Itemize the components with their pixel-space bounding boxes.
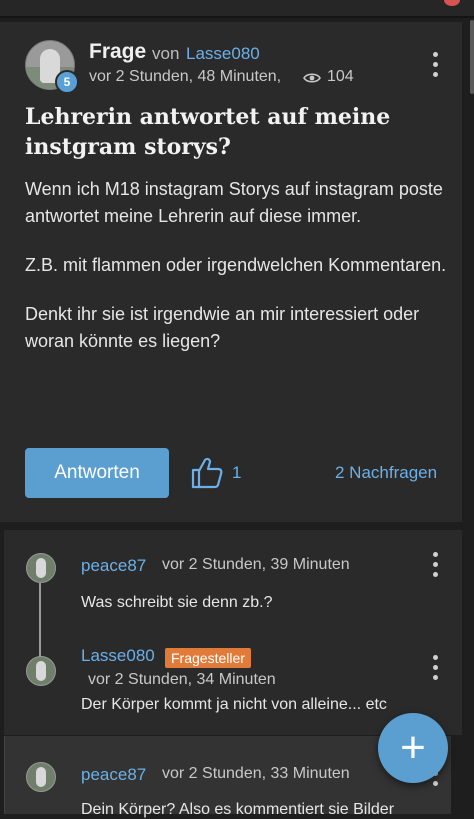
thread-line [39, 583, 41, 665]
comment-text: Der Körper kommt ja nicht von alleine...… [81, 696, 387, 713]
comment-author[interactable]: Lasse080 [81, 646, 155, 666]
commenter-avatar[interactable] [26, 762, 56, 792]
like-count[interactable]: 1 [232, 463, 241, 483]
author-link[interactable]: Lasse080 [186, 44, 260, 64]
question-title: Lehrerin antwortet auf meine instgram st… [25, 104, 391, 160]
followups-link[interactable]: 2 Nachfragen [335, 463, 437, 483]
comment-timestamp: vor 2 Stunden, 34 Minuten [88, 671, 276, 688]
comment-text: Dein Körper? Also es kommentiert sie Bil… [81, 801, 395, 818]
plus-icon[interactable]: + [378, 713, 448, 783]
answer-button[interactable]: Antworten [25, 448, 169, 498]
comment-timestamp: vor 2 Stunden, 33 Minuten [162, 765, 350, 782]
scrollbar[interactable] [470, 20, 474, 94]
commenter-avatar[interactable] [26, 553, 56, 583]
thumbs-up-icon[interactable] [190, 456, 224, 490]
question-body: Wenn ich M18 instagram Storys auf instag… [25, 176, 450, 377]
by-label: von [152, 44, 180, 63]
view-count: 104 [327, 68, 354, 85]
level-badge: 5 [55, 70, 79, 94]
question-paragraph: Denkt ihr sie ist irgendwie an mir inter… [25, 304, 420, 351]
eye-icon [303, 73, 321, 83]
notification-dot[interactable] [444, 0, 460, 6]
comment-author[interactable]: peace87 [81, 765, 146, 785]
comment-author[interactable]: peace87 [81, 556, 146, 576]
question-paragraph: Wenn ich M18 instagram Storys auf instag… [25, 179, 443, 226]
more-vert-icon[interactable] [433, 655, 439, 683]
question-type-label: Frage [89, 40, 147, 63]
more-vert-icon[interactable] [433, 52, 439, 80]
question-timestamp: vor 2 Stunden, 48 Minuten, [89, 68, 282, 85]
comment-timestamp: vor 2 Stunden, 39 Minuten [162, 556, 350, 573]
comment-text: Was schreibt sie denn zb.? [81, 594, 273, 611]
more-vert-icon[interactable] [433, 552, 439, 580]
commenter-avatar[interactable] [26, 656, 56, 686]
question-paragraph: Z.B. mit flammen oder irgendwelchen Komm… [25, 255, 447, 275]
asker-badge: Fragesteller [165, 648, 251, 668]
top-app-bar [0, 0, 474, 18]
